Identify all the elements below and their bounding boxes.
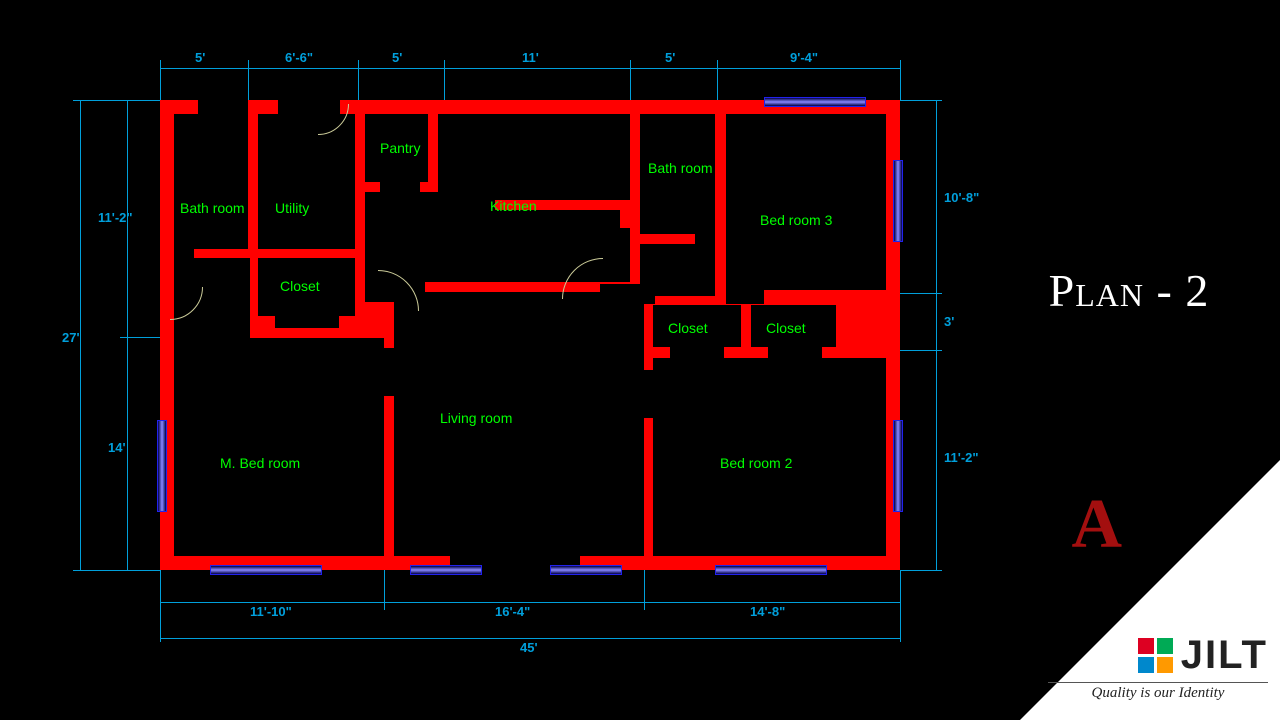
dim-bot-outer: 45' [520,640,538,655]
window-icon [764,97,866,107]
room-label-bed3: Bed room 3 [760,212,832,228]
brand-name: JILT [1181,633,1268,678]
room-label-kitchen: Kitchen [490,198,537,214]
tick [900,60,901,100]
tick [900,602,901,642]
dim-bot-2: 14'-8" [750,604,785,619]
brand-tagline: Quality is our Identity [1048,682,1268,702]
tick [900,350,942,351]
page-title: Plan - 2 [994,264,1264,317]
tick [73,100,127,101]
window-icon [715,565,827,575]
dim-left-0: 11'-2" [98,210,133,225]
room-label-utility: Utility [275,200,309,216]
dim-top-1: 6'-6" [285,50,313,65]
room-label-living: Living room [440,410,512,426]
dim-top-2: 5' [392,50,402,65]
dim-bot-1: 16'-4" [495,604,530,619]
tick [160,60,161,100]
tick [900,100,942,101]
brand-logo: JILT [1138,633,1268,678]
tick [900,293,942,294]
room-label-closet3: Closet [766,320,806,336]
dim-line-left-outer [80,100,81,570]
window-icon [410,565,482,575]
tick [644,570,645,610]
tick [630,60,631,100]
dim-line-top [160,68,900,69]
dim-line-right [936,100,937,570]
room-label-closet2: Closet [668,320,708,336]
dim-right-0: 10'-8" [944,190,979,205]
tick [384,570,385,610]
window-icon [893,420,903,512]
dim-top-0: 5' [195,50,205,65]
dim-top-5: 9'-4" [790,50,818,65]
window-icon [210,565,322,575]
window-icon [893,160,903,242]
room-label-pantry: Pantry [380,140,420,156]
tick [73,570,127,571]
tick [248,60,249,100]
room-label-bath2: Bath room [648,160,713,176]
room-label-closet1: Closet [280,278,320,294]
tick [900,570,942,571]
room-label-master: M. Bed room [220,455,300,471]
corner-triangle [1020,460,1280,720]
window-icon [157,420,167,512]
tick [120,337,160,338]
dim-bot-0: 11'-10" [250,604,292,619]
room-label-bed2: Bed room 2 [720,455,792,471]
dim-top-3: 11' [522,50,539,65]
dim-right-2: 11'-2" [944,450,979,465]
dim-line-bot-inner [160,602,900,603]
autocad-logo-icon: A [1071,485,1122,565]
tick [444,60,445,100]
dim-line-left-inner [127,100,128,570]
brand-grid-icon [1138,638,1173,673]
dim-top-4: 5' [665,50,675,65]
dim-right-1: 3' [944,314,954,329]
dim-left-outer: 27' [62,330,80,345]
room-label-bath1: Bath room [180,200,245,216]
window-icon [550,565,622,575]
tick [717,60,718,100]
tick [160,602,161,642]
dim-line-bot-outer [160,638,900,639]
tick [358,60,359,100]
dim-left-1: 14' [108,440,126,455]
